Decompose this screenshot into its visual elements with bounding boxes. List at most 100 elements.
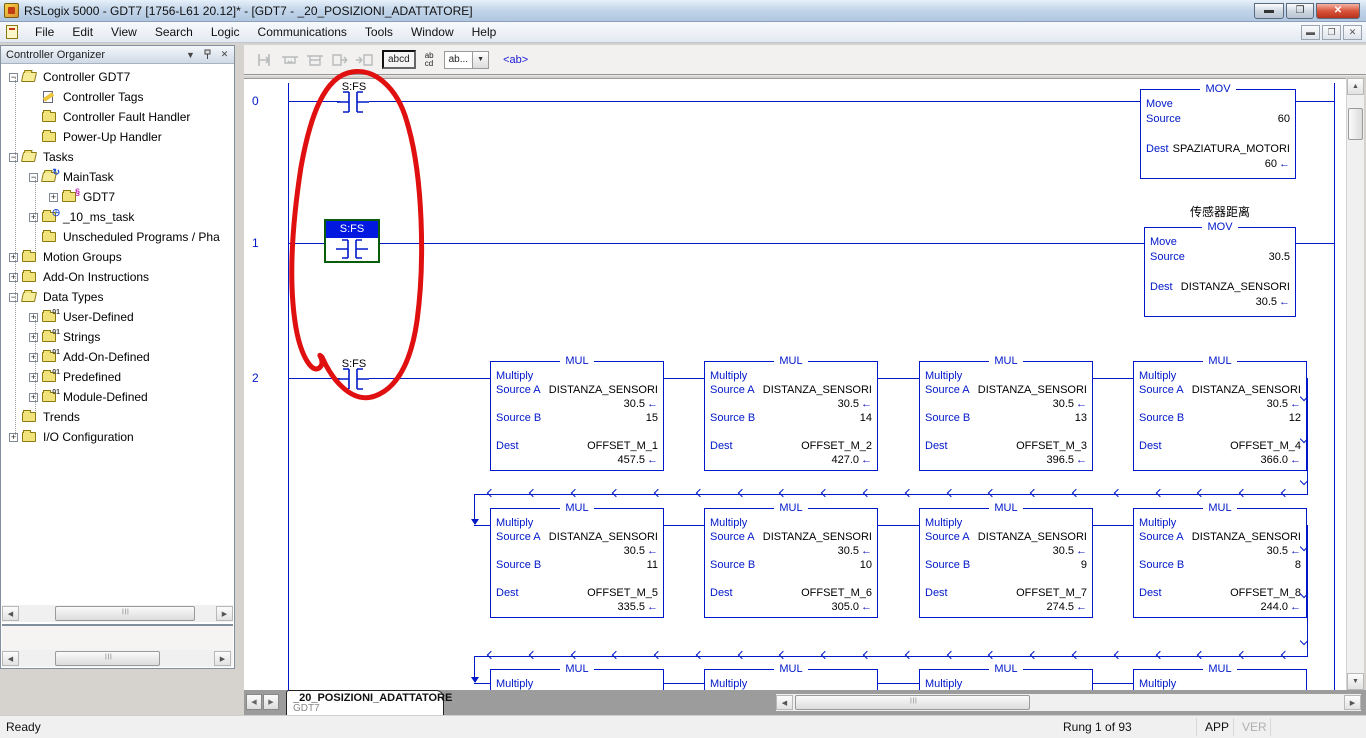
scroll-track[interactable] [19, 606, 216, 621]
tree-item-controller-fault-handler[interactable]: Controller Fault Handler [1, 107, 234, 127]
scroll-thumb[interactable] [1348, 108, 1363, 140]
rung-number-1[interactable]: 1 [252, 236, 259, 250]
panel-splitter[interactable] [235, 45, 244, 715]
mul-instruction-2[interactable]: MUL Multiply Source ADISTANZA_SENSORI 30… [704, 361, 878, 471]
operand-tag[interactable]: OFFSET_M_1 [587, 439, 658, 453]
import-rung-icon[interactable] [354, 50, 376, 70]
tree-item-tasks[interactable]: − Tasks [1, 147, 234, 167]
operand-tag[interactable]: DISTANZA_SENSORI [763, 383, 872, 397]
tree-item-data-types[interactable]: − Data Types [1, 287, 234, 307]
close-panel-icon[interactable]: ✕ [217, 48, 232, 62]
expand-icon[interactable]: + [29, 213, 38, 222]
operand-tag[interactable]: DISTANZA_SENSORI [1192, 530, 1301, 544]
rung-comment[interactable]: 传感器距离 [1144, 203, 1296, 220]
expand-icon[interactable]: + [29, 373, 38, 382]
mul-instruction-7[interactable]: MUL Multiply Source ADISTANZA_SENSORI 30… [919, 508, 1093, 618]
mul-instruction-6[interactable]: MUL Multiply Source ADISTANZA_SENSORI 30… [704, 508, 878, 618]
tree-item-power-up-handler[interactable]: Power-Up Handler [1, 127, 234, 147]
collapse-icon[interactable]: − [9, 73, 18, 82]
operand-value[interactable]: 14 [860, 411, 872, 425]
child-restore-button[interactable]: ❐ [1322, 25, 1341, 40]
tab-scroll-right-icon[interactable]: ▶ [263, 694, 279, 710]
mul-instruction-12[interactable]: MUL Multiply [1133, 669, 1307, 690]
xic-contact[interactable] [337, 89, 369, 115]
tab-scroll-left-icon[interactable]: ◀ [246, 694, 262, 710]
operand-tag[interactable]: OFFSET_M_8 [1230, 586, 1301, 600]
mul-instruction-4[interactable]: MUL Multiply Source ADISTANZA_SENSORI 30… [1133, 361, 1307, 471]
operand-value[interactable]: 9 [1081, 558, 1087, 572]
toggle-wrap-names-button[interactable]: ab cd [425, 52, 434, 68]
operand-value[interactable]: 10 [860, 558, 872, 572]
menu-item-view[interactable]: View [102, 23, 146, 41]
routine-tab-active[interactable]: _20_POSIZIONI_ADATTATORE GDT7 [286, 690, 444, 715]
edit-tag-button[interactable]: <ab> [503, 54, 528, 66]
operand-tag[interactable]: DISTANZA_SENSORI [978, 383, 1087, 397]
scroll-thumb[interactable] [55, 651, 160, 666]
tree-item-io-configuration[interactable]: + I/O Configuration [1, 427, 234, 447]
expand-icon[interactable]: + [29, 393, 38, 402]
menu-item-communications[interactable]: Communications [249, 23, 356, 41]
operand-tag[interactable]: DISTANZA_SENSORI [1192, 383, 1301, 397]
operand-tag[interactable]: OFFSET_M_2 [801, 439, 872, 453]
mul-instruction-3[interactable]: MUL Multiply Source ADISTANZA_SENSORI 30… [919, 361, 1093, 471]
scroll-left-icon[interactable]: ◀ [2, 606, 19, 621]
menu-item-window[interactable]: Window [402, 23, 463, 41]
menu-item-tools[interactable]: Tools [356, 23, 402, 41]
selected-xic-contact[interactable]: S:FS [324, 219, 380, 263]
scroll-right-icon[interactable]: ▶ [214, 651, 231, 666]
tree-item-controller-gdt7[interactable]: − Controller GDT7 [1, 67, 234, 87]
scroll-left-icon[interactable]: ◀ [2, 651, 19, 666]
collapse-icon[interactable]: − [9, 293, 18, 302]
scroll-up-icon[interactable]: ▲ [1347, 78, 1364, 95]
menu-item-search[interactable]: Search [146, 23, 202, 41]
menu-item-logic[interactable]: Logic [202, 23, 249, 41]
pin-icon[interactable] [200, 48, 215, 62]
xic-contact[interactable] [337, 366, 369, 392]
scroll-track[interactable] [19, 651, 214, 666]
operand-tag[interactable]: OFFSET_M_4 [1230, 439, 1301, 453]
expand-icon[interactable]: + [9, 273, 18, 282]
expand-icon[interactable]: + [9, 253, 18, 262]
menu-item-edit[interactable]: Edit [63, 23, 102, 41]
editor-h-scrollbar[interactable]: ◀ ▶ [776, 694, 1361, 711]
operand-value[interactable]: 60 [1278, 112, 1290, 127]
operand-tag[interactable]: OFFSET_M_5 [587, 586, 658, 600]
selected-contact-tag[interactable]: S:FS [326, 221, 378, 238]
operand-tag[interactable]: OFFSET_M_7 [1016, 586, 1087, 600]
scroll-right-icon[interactable]: ▶ [216, 606, 233, 621]
operand-value[interactable]: 13 [1075, 411, 1087, 425]
operand-tag[interactable]: DISTANZA_SENSORI [763, 530, 872, 544]
scroll-right-icon[interactable]: ▶ [1344, 695, 1361, 710]
expand-icon[interactable]: + [9, 433, 18, 442]
restore-button[interactable]: ❐ [1286, 3, 1314, 19]
operand-tag[interactable]: OFFSET_M_6 [801, 586, 872, 600]
mov-instruction-1[interactable]: MOV Move Source60 DestSPAZIATURA_MOTORI … [1140, 89, 1296, 179]
menu-item-help[interactable]: Help [463, 23, 506, 41]
mul-instruction-5[interactable]: MUL Multiply Source ADISTANZA_SENSORI 30… [490, 508, 664, 618]
operand-tag[interactable]: DISTANZA_SENSORI [1181, 280, 1290, 295]
collapse-icon[interactable]: − [29, 173, 38, 182]
rung-number-0[interactable]: 0 [252, 94, 259, 108]
operand-value[interactable]: 11 [647, 558, 658, 572]
mul-instruction-9[interactable]: MUL Multiply [490, 669, 664, 690]
branch-level-icon[interactable] [304, 50, 326, 70]
mov-instruction-2[interactable]: MOV Move Source30.5 DestDISTANZA_SENSORI… [1144, 227, 1296, 317]
tag-display-dropdown[interactable]: ab... ▼ [444, 51, 489, 69]
mul-instruction-8[interactable]: MUL Multiply Source ADISTANZA_SENSORI 30… [1133, 508, 1307, 618]
new-rung-icon[interactable] [254, 50, 276, 70]
editor-v-scrollbar[interactable]: ▲ ▼ [1347, 78, 1364, 690]
scroll-thumb[interactable] [55, 606, 195, 621]
expand-icon[interactable]: + [49, 193, 58, 202]
child-close-button[interactable]: ✕ [1343, 25, 1362, 40]
expand-icon[interactable]: + [29, 313, 38, 322]
operand-value[interactable]: 30.5 [1269, 250, 1290, 265]
branch-icon[interactable] [279, 50, 301, 70]
tree-item-add-on-instructions[interactable]: + Add-On Instructions [1, 267, 234, 287]
toggle-tag-names-button[interactable]: abcd [382, 50, 416, 69]
lower-pane-h-scrollbar[interactable]: ◀ ▶ [2, 650, 231, 667]
tree-item-controller-tags[interactable]: Controller Tags [1, 87, 234, 107]
scroll-track[interactable] [793, 695, 1344, 710]
chevron-down-icon[interactable]: ▼ [183, 48, 198, 62]
operand-tag[interactable]: DISTANZA_SENSORI [549, 530, 658, 544]
scroll-thumb[interactable] [795, 695, 1030, 710]
